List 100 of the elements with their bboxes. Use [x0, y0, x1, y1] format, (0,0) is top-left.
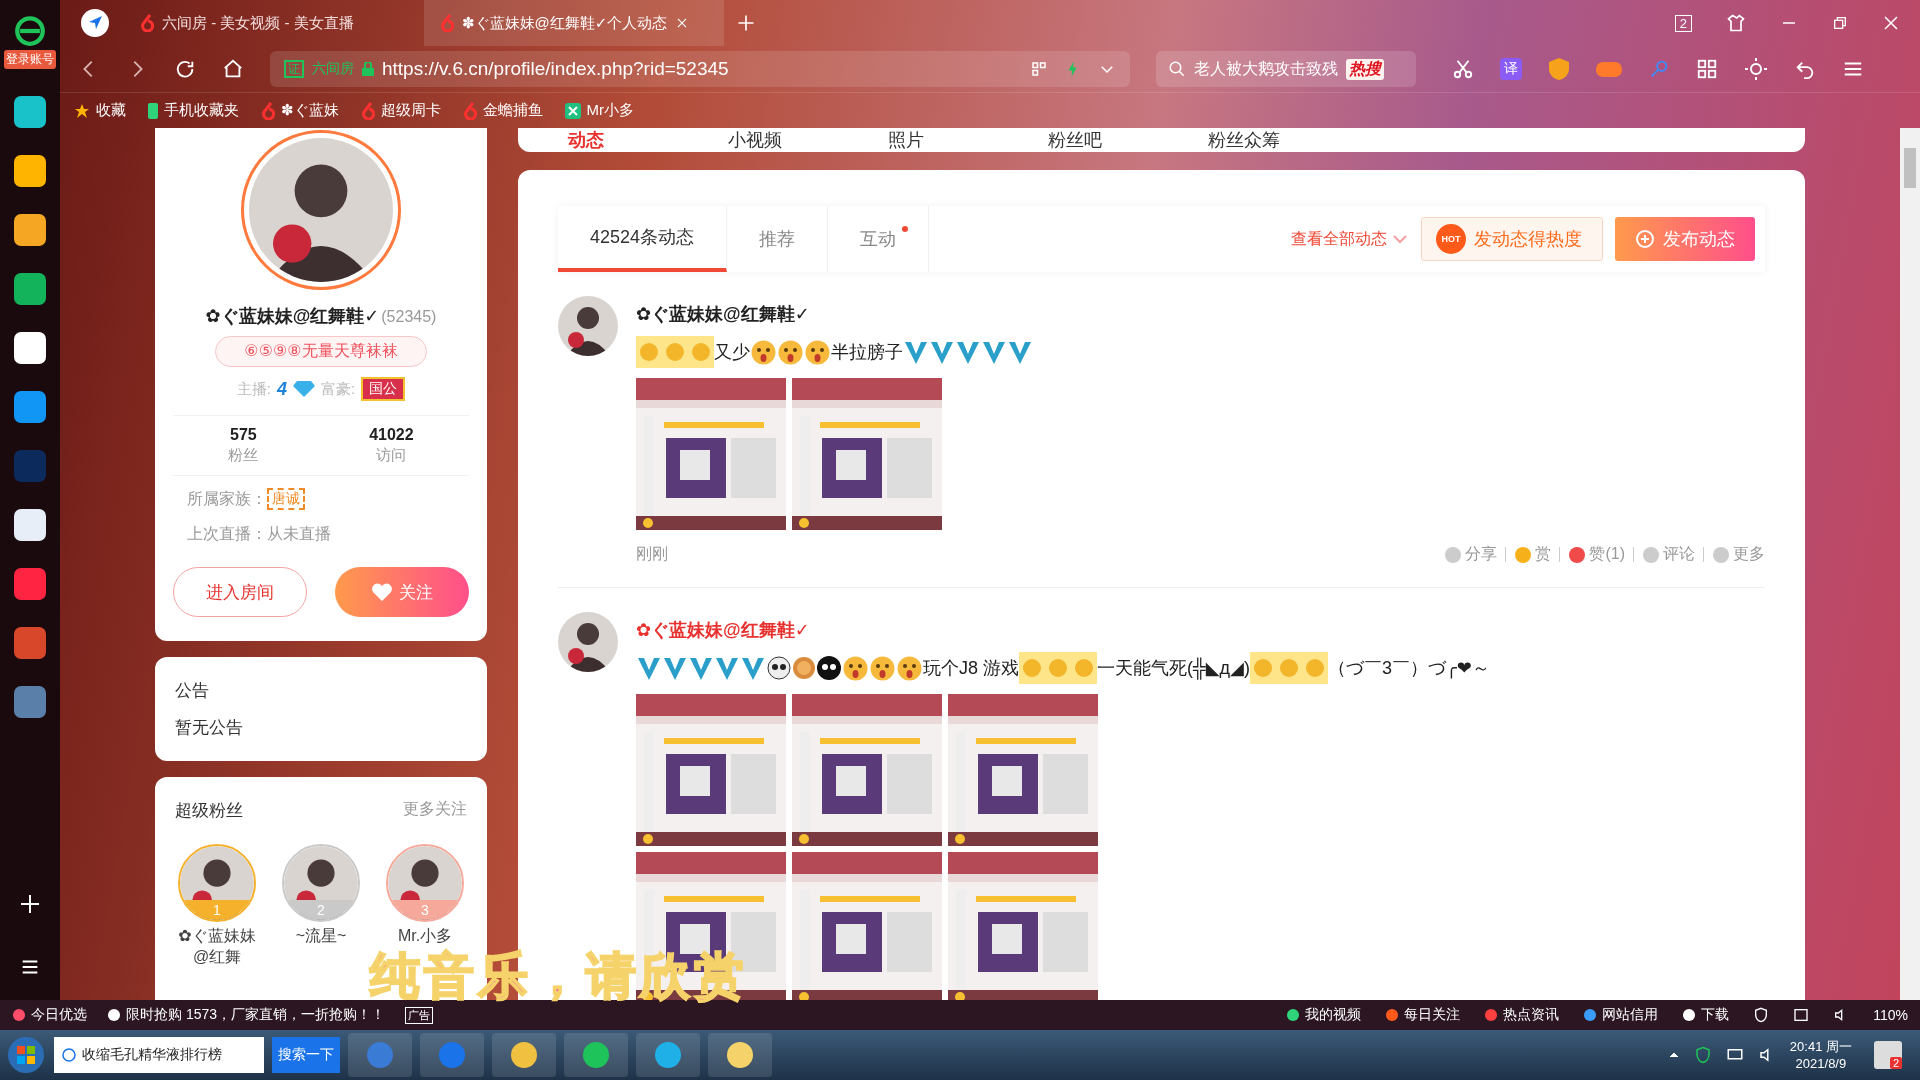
- login-label[interactable]: 登录账号: [4, 50, 56, 69]
- family-tag[interactable]: 唐诚: [267, 488, 305, 510]
- fan-name[interactable]: Mr.小多: [383, 926, 467, 947]
- taskbar-search-field[interactable]: 收缩毛孔精华液排行榜: [54, 1037, 264, 1073]
- bookmark[interactable]: 超级周卡: [360, 101, 441, 120]
- new-tab-icon[interactable]: [736, 13, 756, 33]
- post-author[interactable]: ✿ぐ蓝妹妹@红舞鞋✓: [636, 618, 1765, 642]
- search-field[interactable]: 老人被大鹅攻击致残 热搜: [1156, 51, 1416, 87]
- restore-icon[interactable]: [1832, 15, 1848, 31]
- post-action[interactable]: 分享: [1444, 544, 1498, 565]
- app-icon: [510, 1041, 538, 1069]
- six-logo-icon: [360, 101, 375, 120]
- qr-icon[interactable]: [1030, 60, 1048, 78]
- home-icon[interactable]: [222, 58, 244, 80]
- feed-tab[interactable]: 42524条动态: [558, 206, 728, 272]
- clock[interactable]: 20:41 周一 2021/8/9: [1789, 1038, 1852, 1072]
- bookmark[interactable]: 手机收藏夹: [148, 101, 239, 120]
- status-link[interactable]: 热点资讯: [1484, 1006, 1560, 1024]
- app-icon[interactable]: [14, 273, 46, 305]
- fan-name[interactable]: ~流星~: [279, 926, 363, 947]
- bookmark[interactable]: 金蟾捕鱼: [462, 101, 543, 120]
- emoji-icon: [777, 338, 804, 366]
- filter-dropdown[interactable]: 查看全部动态: [1291, 228, 1407, 250]
- post-action[interactable]: 评论: [1642, 544, 1695, 565]
- taskbar-app[interactable]: [708, 1033, 772, 1077]
- app-icon: [438, 1041, 466, 1069]
- anchor-level: 4: [277, 378, 287, 400]
- emoji-icon: [869, 654, 896, 682]
- address-field[interactable]: 证 六间房 https://v.6.cn/profile/index.php?rid=52345: [270, 51, 1130, 87]
- wealth-badge: 国公: [361, 377, 406, 401]
- bookmark[interactable]: ✽ぐ蓝妹: [261, 101, 339, 120]
- taskbar-app[interactable]: [636, 1033, 700, 1077]
- shirt-icon[interactable]: [1726, 13, 1746, 33]
- bookmark[interactable]: Mr小多: [564, 101, 635, 120]
- fan-name[interactable]: ✿ぐ蓝妹妹@红舞: [175, 926, 259, 968]
- avatar: [558, 612, 618, 672]
- window-count[interactable]: 2: [1674, 14, 1692, 32]
- nav-tab[interactable]: 动态: [568, 128, 728, 152]
- search-icon: [1168, 60, 1186, 78]
- avatar: [558, 296, 618, 356]
- status-link[interactable]: 我的视频: [1286, 1006, 1362, 1024]
- app-icon: [564, 102, 581, 119]
- taskbar-app[interactable]: [492, 1033, 556, 1077]
- compass-icon[interactable]: [80, 8, 110, 38]
- status-link[interactable]: 今日优选: [12, 1006, 87, 1024]
- post-action[interactable]: 赞(1): [1568, 544, 1625, 565]
- bookmark[interactable]: 收藏: [74, 101, 126, 120]
- enter-room-button[interactable]: 进入房间: [173, 567, 307, 617]
- user-id: (52345): [381, 308, 437, 326]
- nav-tab[interactable]: 粉丝吧: [1048, 128, 1208, 152]
- feed-tab[interactable]: 互动: [828, 206, 930, 272]
- status-link[interactable]: 每日关注: [1385, 1006, 1461, 1024]
- follow-button[interactable]: 关注: [335, 567, 469, 617]
- status-link[interactable]: 下载: [1682, 1006, 1730, 1024]
- heat-button[interactable]: HOT 发动态得热度: [1421, 217, 1603, 261]
- status-link[interactable]: 网站信用: [1583, 1006, 1659, 1024]
- nav-tab[interactable]: 粉丝众筹: [1208, 128, 1368, 152]
- app-icon[interactable]: [14, 332, 46, 364]
- post-author[interactable]: ✿ぐ蓝妹妹@红舞鞋✓: [636, 302, 1765, 326]
- zoom-level[interactable]: 110%: [1873, 1007, 1908, 1023]
- shield-icon[interactable]: [1753, 1007, 1770, 1023]
- anchor-label: 主播:: [236, 379, 271, 399]
- app-icon[interactable]: [14, 96, 46, 128]
- app-icon[interactable]: [14, 214, 46, 246]
- title-tag: ⑥⑤⑨⑧无量天尊袜袜: [215, 336, 427, 367]
- nav-tab[interactable]: 照片: [888, 128, 1048, 152]
- nav-tab[interactable]: 小视频: [728, 128, 888, 152]
- brightness-icon[interactable]: [1744, 57, 1768, 81]
- post-time: 刚刚: [636, 544, 668, 564]
- user-name: ✿ぐ蓝妹妹@红舞鞋✓: [205, 305, 380, 328]
- plus-icon[interactable]: [18, 892, 42, 916]
- start-button[interactable]: [6, 1035, 46, 1075]
- scrollbar[interactable]: [1900, 128, 1920, 1000]
- image-icon[interactable]: [1793, 1007, 1810, 1023]
- six-logo-icon: [440, 14, 454, 32]
- notification-icon[interactable]: 2: [1874, 1041, 1902, 1069]
- grid-icon[interactable]: [1696, 58, 1718, 80]
- post-action[interactable]: 更多: [1712, 544, 1765, 565]
- app-icon[interactable]: [14, 509, 46, 541]
- scissors-icon[interactable]: [1452, 58, 1474, 80]
- notice-title: 公告: [175, 680, 210, 702]
- more-link[interactable]: 更多关注: [403, 799, 467, 822]
- app-icon[interactable]: [14, 155, 46, 187]
- status-link[interactable]: 限时抢购 1573，厂家直销，一折抢购！！: [107, 1006, 386, 1024]
- notice-text: 暂无公告: [175, 717, 244, 739]
- post-action[interactable]: 赏: [1514, 544, 1552, 565]
- app-icon: [654, 1041, 682, 1069]
- feed-tab[interactable]: 推荐: [727, 206, 829, 272]
- star-icon: [74, 102, 90, 119]
- publish-button[interactable]: 发布动态: [1615, 217, 1755, 261]
- browser-logo-icon[interactable]: [13, 14, 47, 48]
- close-icon[interactable]: [1882, 14, 1900, 32]
- taskbar-app[interactable]: [564, 1033, 628, 1077]
- browser-tab[interactable]: ✽ぐ蓝妹妹@红舞鞋✓个人动态: [424, 0, 724, 46]
- app-icon[interactable]: [14, 391, 46, 423]
- translate-button[interactable]: 译: [1500, 58, 1522, 80]
- browser-tab[interactable]: 六间房 - 美女视频 - 美女直播: [124, 0, 424, 46]
- sticker-icon: [1071, 652, 1097, 684]
- reload-icon[interactable]: [174, 58, 196, 80]
- search-button[interactable]: 搜索一下: [272, 1037, 340, 1073]
